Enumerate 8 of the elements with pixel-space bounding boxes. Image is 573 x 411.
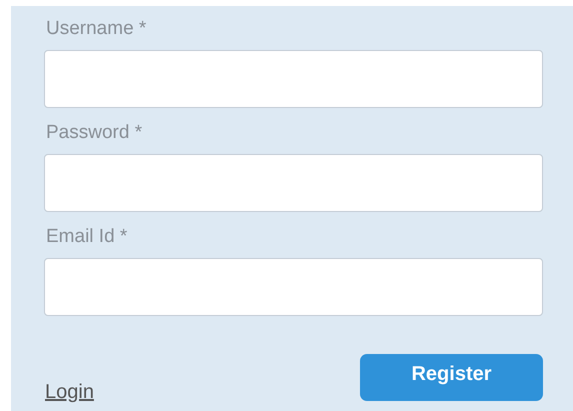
login-link[interactable]: Login	[45, 381, 94, 404]
input-field[interactable]	[44, 154, 543, 212]
field-label: Email Id *	[46, 226, 128, 247]
input-field[interactable]	[44, 50, 543, 108]
register-button[interactable]: Register	[360, 354, 543, 401]
field-label: Username *	[46, 18, 146, 39]
input-field[interactable]	[44, 258, 543, 316]
field-label: Password *	[46, 122, 142, 143]
